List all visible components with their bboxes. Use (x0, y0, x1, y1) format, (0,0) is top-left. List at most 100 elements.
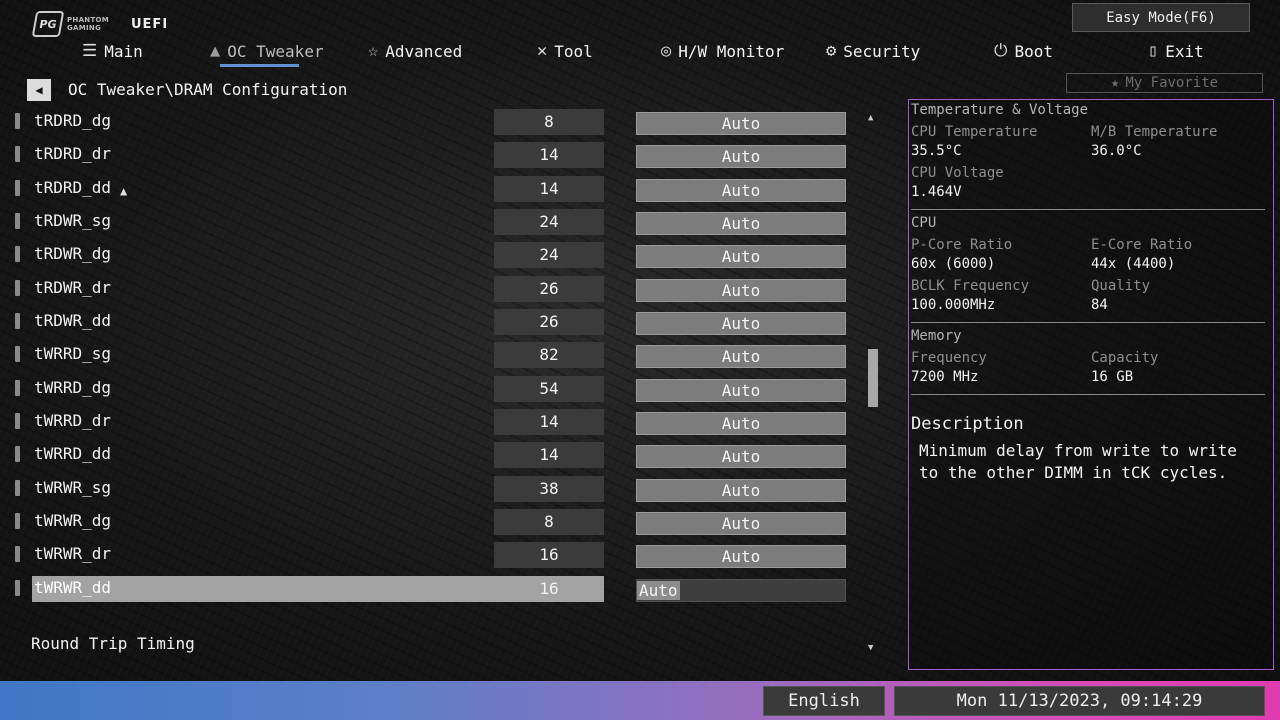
setting-label: tWRWR_dg (34, 511, 112, 530)
tab-label: Main (104, 41, 143, 61)
bullet-marker (15, 180, 20, 196)
bullet-marker (15, 413, 20, 429)
bullet-marker (15, 580, 20, 596)
tab-label: Boot (1014, 41, 1053, 61)
section-title-cpu: CPU (911, 215, 937, 231)
setting-label: tRDRD_dd (34, 178, 112, 197)
setting-value: 16 (539, 579, 559, 598)
cpu-voltage-value: 1.464V (911, 184, 962, 200)
language-button[interactable]: English (763, 686, 885, 716)
my-favorite-button[interactable]: ★ My Favorite (1066, 73, 1263, 93)
description-text: Minimum delay from write to write to the… (919, 441, 1237, 482)
setting-value: 14 (494, 409, 604, 435)
tab-hw-monitor[interactable]: ◎ H/W Monitor (661, 40, 784, 62)
tab-security[interactable]: ⚙ Security (826, 40, 920, 62)
round-trip-timing-link[interactable]: Round Trip Timing (31, 633, 195, 655)
tab-label: H/W Monitor (678, 41, 785, 61)
setting-row-twrrd-dr[interactable]: tWRRD_dr 14 Auto (0, 409, 860, 435)
tab-boot[interactable]: ⏻ Boot (994, 40, 1053, 62)
setting-row-trdwr-dg[interactable]: tRDWR_dg 24 Auto (0, 242, 860, 268)
bullet-marker (15, 513, 20, 529)
tab-label: Advanced (385, 41, 463, 61)
bullet-marker (15, 346, 20, 362)
active-tab-underline (220, 64, 299, 67)
setting-mode-select[interactable]: Auto (636, 545, 846, 568)
tab-exit[interactable]: ▯ Exit (1148, 40, 1204, 62)
setting-row-trdrd-dd[interactable]: tRDRD_dd 14 Auto (0, 176, 860, 202)
setting-mode-select[interactable]: Auto (636, 579, 846, 602)
tab-oc-tweaker[interactable]: ▲ OC Tweaker (210, 40, 324, 62)
back-button[interactable]: ◀ (27, 79, 51, 101)
setting-row-twrrd-dd[interactable]: tWRRD_dd 14 Auto (0, 442, 860, 468)
easy-mode-button[interactable]: Easy Mode(F6) (1072, 3, 1250, 32)
brand-logo: PG PHANTOM GAMING UEFI (31, 11, 168, 37)
setting-row-trdwr-sg[interactable]: tRDWR_sg 24 Auto (0, 209, 860, 235)
section-divider (911, 322, 1265, 323)
setting-value: 26 (494, 309, 604, 335)
setting-row-trdrd-dg[interactable]: tRDRD_dg 8 Auto (0, 109, 860, 135)
setting-label: tWRRD_dd (34, 444, 112, 463)
setting-mode-select[interactable]: Auto (636, 112, 846, 135)
setting-mode-select[interactable]: Auto (636, 245, 846, 268)
bullet-marker (15, 546, 20, 562)
bullet-marker (15, 246, 20, 262)
setting-row-twrwr-sg[interactable]: tWRWR_sg 38 Auto (0, 476, 860, 502)
setting-label: tRDWR_dd (34, 311, 112, 330)
setting-mode-select[interactable]: Auto (636, 145, 846, 168)
setting-mode-select[interactable]: Auto (636, 312, 846, 335)
setting-mode-select[interactable]: Auto (636, 512, 846, 535)
bullet-marker (15, 480, 20, 496)
tab-label: Exit (1165, 41, 1204, 61)
bullet-marker (15, 380, 20, 396)
setting-mode-select[interactable]: Auto (636, 412, 846, 435)
tab-label: OC Tweaker (227, 41, 324, 61)
bullet-marker (15, 313, 20, 329)
section-divider (911, 209, 1265, 210)
datetime-display[interactable]: Mon 11/13/2023, 09:14:29 (894, 686, 1265, 716)
setting-label: tRDRD_dr (34, 144, 112, 163)
scrollbar-thumb[interactable] (868, 349, 878, 407)
scroll-down-arrow-icon[interactable]: ▼ (868, 643, 873, 653)
bullet-marker (15, 446, 20, 462)
phantom-gaming-logo-icon: PG (31, 11, 65, 37)
setting-label: tWRRD_dr (34, 411, 112, 430)
setting-row-twrwr-dr[interactable]: tWRWR_dr 16 Auto (0, 542, 860, 568)
setting-mode-select[interactable]: Auto (636, 179, 846, 202)
setting-row-trdwr-dr[interactable]: tRDWR_dr 26 Auto (0, 276, 860, 302)
setting-mode-select[interactable]: Auto (636, 279, 846, 302)
e-core-ratio-label: E-Core Ratio (1091, 237, 1193, 253)
list-icon: ☰ (82, 41, 98, 61)
mb-temperature-value: 36.0°C (1091, 143, 1142, 159)
memory-capacity-value: 16 GB (1091, 369, 1134, 385)
setting-row-twrwr-dd[interactable]: tWRWR_dd 16 Auto (0, 576, 860, 602)
mouse-cursor-icon: ▲ (120, 184, 128, 198)
exit-door-icon: ▯ (1148, 41, 1159, 61)
scroll-up-arrow-icon[interactable]: ▲ (868, 113, 873, 123)
section-divider (911, 394, 1265, 395)
setting-mode-select[interactable]: Auto (636, 479, 846, 502)
e-core-ratio-value: 44x (4400) (1091, 256, 1176, 272)
tab-main[interactable]: ☰ Main (82, 40, 143, 62)
setting-mode-select[interactable]: Auto (636, 345, 846, 368)
hardware-info-panel: Temperature & Voltage CPU Temperature 35… (908, 99, 1274, 670)
brand-name: PHANTOM GAMING (67, 16, 110, 32)
tab-advanced[interactable]: ☆ Advanced (368, 40, 462, 62)
setting-mode-select[interactable]: Auto (636, 212, 846, 235)
setting-label: tRDRD_dg (34, 111, 112, 130)
quality-label: Quality (1091, 278, 1151, 294)
p-core-ratio-label: P-Core Ratio (911, 237, 1013, 253)
back-arrow-icon: ◀ (35, 83, 43, 97)
tab-tool[interactable]: ✕ Tool (537, 40, 593, 62)
setting-row-trdwr-dd[interactable]: tRDWR_dd 26 Auto (0, 309, 860, 335)
wrench-icon: ✕ (537, 41, 548, 61)
setting-row-twrrd-dg[interactable]: tWRRD_dg 54 Auto (0, 376, 860, 402)
setting-mode-select[interactable]: Auto (636, 379, 846, 402)
setting-value: 24 (494, 242, 604, 268)
setting-row-twrwr-dg[interactable]: tWRWR_dg 8 Auto (0, 509, 860, 535)
setting-label: tRDWR_sg (34, 211, 112, 230)
setting-row-twrrd-sg[interactable]: tWRRD_sg 82 Auto (0, 342, 860, 368)
setting-mode-select[interactable]: Auto (636, 445, 846, 468)
setting-row-trdrd-dr[interactable]: tRDRD_dr 14 Auto (0, 142, 860, 168)
setting-value: 24 (494, 209, 604, 235)
setting-mode-value: Auto (637, 581, 680, 600)
